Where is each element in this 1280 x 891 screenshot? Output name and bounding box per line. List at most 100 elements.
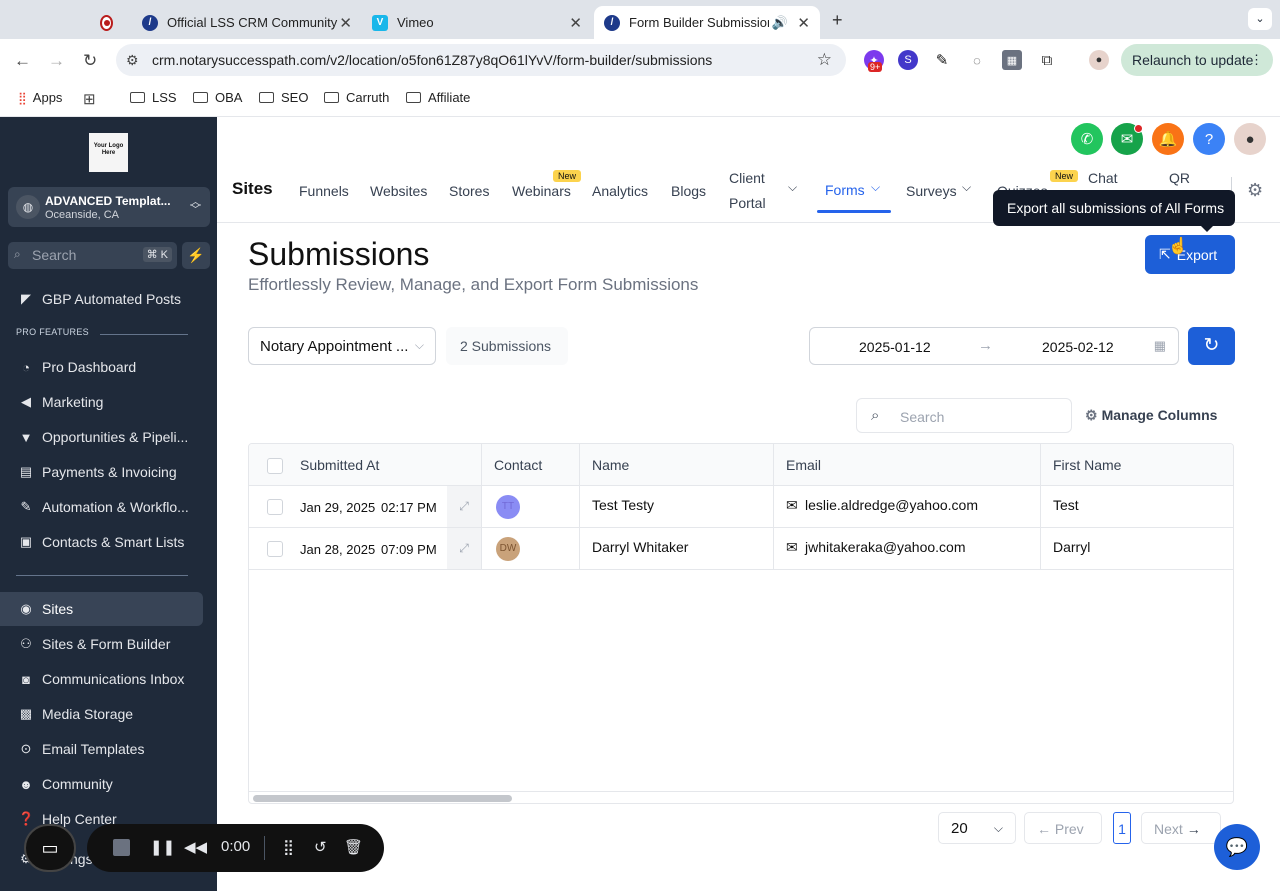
date-range-picker[interactable]: 2025-01-12 → 2025-02-12 ▦: [809, 327, 1179, 365]
more-menu-icon[interactable]: ⋮: [1250, 52, 1263, 68]
date-start[interactable]: 2025-01-12: [859, 339, 931, 355]
contact-avatar[interactable]: DW: [496, 537, 520, 561]
expand-icon[interactable]: ⤢: [447, 486, 481, 527]
chevron-down-icon[interactable]: ⌵: [871, 180, 880, 195]
nav-forms[interactable]: Forms: [825, 182, 865, 198]
trash-icon[interactable]: 🗑: [344, 838, 363, 856]
submission-email[interactable]: leslie.aldredge@yahoo.com: [805, 497, 978, 513]
column-email[interactable]: Email: [786, 444, 821, 486]
expand-icon[interactable]: ⤢: [447, 528, 481, 569]
tab-lss-community[interactable]: / Official LSS CRM Community ✕: [132, 6, 362, 39]
close-tab-icon[interactable]: ✕: [339, 14, 352, 32]
nav-chat[interactable]: Chat: [1088, 170, 1118, 186]
sidebar-item-gbp-posts[interactable]: ◤ GBP Automated Posts: [0, 282, 217, 316]
contact-avatar[interactable]: TT: [496, 495, 520, 519]
site-info-icon[interactable]: ⚙: [126, 52, 139, 69]
chevron-down-icon[interactable]: ⌵: [962, 180, 971, 195]
nav-qr[interactable]: QR: [1169, 170, 1190, 186]
rewind-icon[interactable]: ◀◀: [184, 838, 207, 856]
chevron-down-icon[interactable]: ⌵: [788, 180, 797, 195]
table-row[interactable]: Jan 29, 2025 02:17 PM ⤢ TT Test Testy ✉ …: [249, 486, 1233, 528]
column-name[interactable]: Name: [592, 444, 629, 486]
close-tab-icon[interactable]: ✕: [797, 14, 810, 32]
submission-email[interactable]: jwhitakeraka@yahoo.com: [805, 539, 966, 555]
sidebar-item-sites[interactable]: ◉ Sites: [0, 592, 203, 626]
nav-stores[interactable]: Stores: [449, 183, 489, 199]
nav-surveys[interactable]: Surveys: [906, 183, 957, 199]
eyedropper-icon[interactable]: ✎: [932, 50, 952, 70]
nav-webinars[interactable]: Webinars: [512, 183, 571, 199]
nav-client-portal-line2[interactable]: Portal: [729, 195, 766, 211]
export-button[interactable]: ⇱ Export: [1145, 235, 1235, 274]
sidebar-item-automation[interactable]: ✎ Automation & Workflo...: [0, 490, 217, 524]
nav-client-portal[interactable]: Client: [729, 170, 765, 186]
sidebar-item-inbox[interactable]: ◙ Communications Inbox: [0, 662, 217, 696]
reload-icon[interactable]: ↻: [83, 51, 97, 71]
back-icon[interactable]: ←: [14, 51, 31, 71]
close-tab-icon[interactable]: ✕: [569, 14, 582, 32]
form-select-dropdown[interactable]: Notary Appointment ... ⌵: [248, 327, 436, 365]
select-all-checkbox[interactable]: [267, 458, 283, 474]
nav-websites[interactable]: Websites: [370, 183, 427, 199]
camera-toggle-icon[interactable]: ▭: [24, 824, 76, 872]
bookmark-lss[interactable]: LSS: [130, 90, 177, 105]
tab-groups-icon[interactable]: ⊞: [83, 90, 96, 108]
bookmark-carruth[interactable]: Carruth: [324, 90, 389, 105]
bell-icon[interactable]: 🔔: [1152, 123, 1184, 155]
forward-icon[interactable]: →: [48, 51, 65, 71]
pause-icon[interactable]: ❚❚: [150, 838, 175, 856]
column-contact[interactable]: Contact: [494, 444, 542, 486]
prev-page-button[interactable]: ← Prev: [1024, 812, 1102, 844]
sidebar-item-marketing[interactable]: ◀ Marketing: [0, 385, 217, 419]
refresh-button[interactable]: ↻: [1188, 327, 1235, 365]
bookmark-star-icon[interactable]: ☆: [817, 50, 832, 70]
extension-square-icon[interactable]: ▦: [1002, 50, 1022, 70]
relaunch-button[interactable]: Relaunch to update ⋮: [1121, 44, 1273, 76]
extensions-puzzle-icon[interactable]: ⧉: [1037, 50, 1057, 70]
column-first-name[interactable]: First Name: [1053, 444, 1121, 486]
tab-form-builder[interactable]: / Form Builder Submissions 🔊 ✕: [594, 6, 820, 39]
column-submitted-at[interactable]: Submitted At: [300, 444, 379, 486]
bookmark-seo[interactable]: SEO: [259, 90, 308, 105]
bookmark-apps[interactable]: ⣿ Apps: [18, 90, 62, 105]
drag-handle-icon[interactable]: ⣿: [283, 838, 294, 856]
speaker-icon[interactable]: 🔊: [772, 15, 788, 31]
nav-blogs[interactable]: Blogs: [671, 183, 706, 199]
bookmark-affiliate[interactable]: Affiliate: [406, 90, 470, 105]
tab-recording[interactable]: [90, 6, 132, 39]
user-avatar[interactable]: ●: [1234, 123, 1266, 155]
sidebar-item-email-templates[interactable]: ⊙ Email Templates: [0, 732, 217, 766]
chat-widget-icon[interactable]: 💬: [1214, 824, 1260, 870]
page-number-button[interactable]: 1: [1113, 812, 1131, 844]
extension-s-icon[interactable]: S: [898, 50, 918, 70]
settings-gear-icon[interactable]: ⚙: [1247, 180, 1263, 201]
restart-icon[interactable]: ↺: [314, 838, 327, 856]
extension-circle-icon[interactable]: ◌: [967, 50, 987, 70]
tab-search-icon[interactable]: ⌄: [1248, 8, 1272, 30]
phone-icon[interactable]: ✆: [1071, 123, 1103, 155]
sidebar-item-opportunities[interactable]: ▼ Opportunities & Pipeli...: [0, 420, 217, 454]
help-icon[interactable]: ?: [1193, 123, 1225, 155]
profile-avatar[interactable]: ●: [1089, 50, 1109, 70]
bookmark-oba[interactable]: OBA: [193, 90, 242, 105]
new-tab-icon[interactable]: +: [832, 10, 843, 31]
row-checkbox[interactable]: [267, 499, 283, 515]
manage-columns-button[interactable]: ⚙ Manage Columns: [1085, 407, 1217, 424]
per-page-select[interactable]: 20 ⌵: [938, 812, 1016, 844]
account-switcher[interactable]: ◍ ADVANCED Templat... Oceanside, CA ︿ ﹀: [8, 187, 210, 227]
tab-vimeo[interactable]: V Vimeo ✕: [362, 6, 592, 39]
horizontal-scrollbar[interactable]: [253, 795, 512, 802]
nav-funnels[interactable]: Funnels: [299, 183, 349, 199]
sidebar-item-pro-dashboard[interactable]: ◔ Pro Dashboard: [0, 350, 217, 384]
stop-icon[interactable]: [113, 839, 130, 856]
row-checkbox[interactable]: [267, 541, 283, 557]
table-row[interactable]: Jan 28, 2025 07:09 PM ⤢ DW Darryl Whitak…: [249, 528, 1233, 570]
sidebar-item-media[interactable]: ▩ Media Storage: [0, 697, 217, 731]
sidebar-item-form-builder[interactable]: ⚇ Sites & Form Builder: [0, 627, 217, 661]
sidebar-item-community[interactable]: ☻ Community: [0, 767, 217, 801]
sidebar-item-contacts[interactable]: ▣ Contacts & Smart Lists: [0, 525, 217, 559]
sidebar-search[interactable]: ⌕ Search ⌘ K: [8, 242, 177, 269]
table-search-input[interactable]: ⌕ Search: [856, 398, 1072, 433]
nav-analytics[interactable]: Analytics: [592, 183, 648, 199]
quick-action-bolt-icon[interactable]: ⚡: [182, 242, 210, 269]
